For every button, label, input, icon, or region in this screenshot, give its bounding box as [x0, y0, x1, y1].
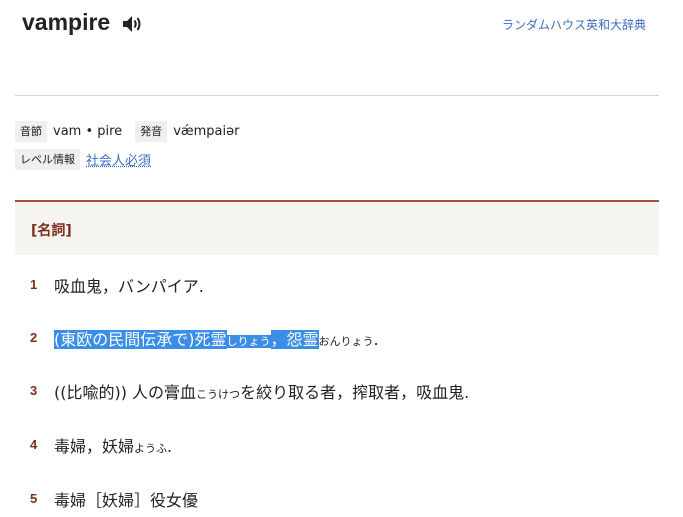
headword-text: vampire: [22, 9, 111, 35]
sense-text-pre: ((比喩的)) 人の膏血: [54, 383, 197, 402]
sense-text: 毒婦，妖婦ようふ.: [54, 436, 172, 460]
sense-tail: .: [373, 330, 379, 349]
source-dictionary-link[interactable]: ランダムハウス英和大辞典: [502, 16, 646, 33]
sense-item: 3 ((比喩的)) 人の膏血こうけつを絞り取る者，搾取者，吸血鬼.: [30, 382, 469, 406]
ruby-reading: ようふ: [134, 442, 168, 455]
sense-item: 2 (東欧の民間伝承で)死霊しりょう，怨霊おんりょう.: [30, 329, 379, 353]
syllable-pronunciation-row: 音節 vam • pire 発音 vǽmpaiər: [15, 121, 252, 142]
sense-text-pre: 毒婦，妖婦: [54, 437, 135, 456]
part-of-speech-label: [名詞]: [31, 223, 72, 239]
selected-ruby[interactable]: しりょう: [226, 335, 271, 348]
sense-number: 2: [30, 330, 38, 345]
sense-number: 4: [30, 437, 38, 452]
sense-item: 1 吸血鬼，バンパイア.: [30, 276, 204, 298]
level-row: レベル情報 社会人必須: [15, 149, 151, 170]
level-link[interactable]: 社会人必須: [86, 150, 151, 169]
syllable-tag: 音節: [15, 121, 47, 142]
selected-text[interactable]: ，怨霊: [270, 330, 319, 349]
sense-number: 5: [30, 491, 38, 506]
syllable-value: vam • pire: [53, 124, 123, 139]
ruby-reading: おんりょう: [318, 335, 374, 348]
sense-item: 5 毒婦［妖婦］役女優: [30, 490, 198, 512]
selected-text[interactable]: (東欧の民間伝承で)死霊: [54, 330, 227, 349]
pronunciation-tag: 発音: [135, 121, 168, 142]
sense-text-post: .: [167, 437, 173, 456]
sense-number: 1: [30, 277, 38, 292]
sense-item: 4 毒婦，妖婦ようふ.: [30, 436, 172, 460]
part-of-speech-box: [名詞]: [15, 200, 659, 255]
headword-title: vampire: [22, 9, 143, 36]
speaker-icon[interactable]: [121, 13, 143, 33]
sense-text: ((比喩的)) 人の膏血こうけつを絞り取る者，搾取者，吸血鬼.: [54, 382, 469, 406]
sense-text-post: を絞り取る者，搾取者，吸血鬼.: [240, 383, 470, 402]
header-divider: [15, 95, 659, 96]
sense-text: 吸血鬼，バンパイア.: [54, 277, 204, 296]
pronunciation-value: vǽmpaiər: [173, 124, 240, 139]
sense-text: 毒婦［妖婦］役女優: [54, 491, 199, 510]
level-tag: レベル情報: [15, 149, 80, 170]
sense-number: 3: [30, 383, 38, 398]
ruby-reading: こうけつ: [196, 388, 241, 401]
sense-text: (東欧の民間伝承で)死霊しりょう，怨霊おんりょう.: [54, 329, 379, 353]
